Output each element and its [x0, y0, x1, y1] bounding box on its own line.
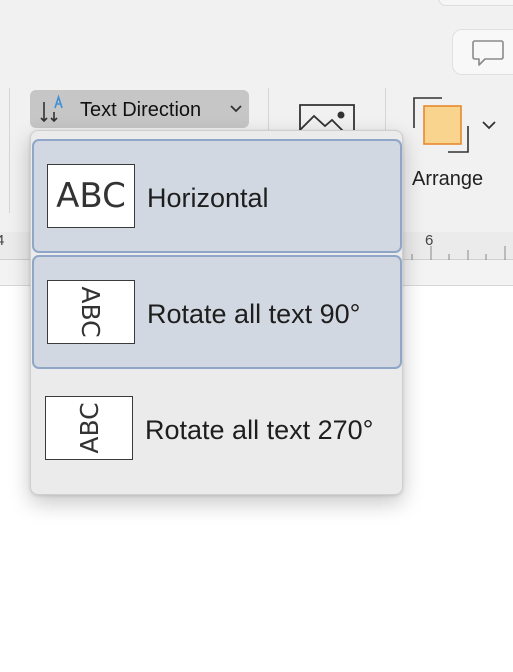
rotate-90-thumbnail: ABC [47, 280, 135, 344]
menu-item-rotate-270[interactable]: ABC Rotate all text 270° [32, 371, 402, 485]
toolbar-control[interactable] [438, 0, 513, 6]
arrange-label: Arrange [412, 168, 484, 190]
text-direction-icon [40, 94, 63, 123]
ruler-number: 6 [425, 232, 434, 249]
ribbon-divider [9, 88, 10, 213]
menu-item-rotate-90[interactable]: ABC Rotate all text 90° [32, 255, 402, 369]
horizontal-text-thumbnail: ABC [47, 164, 135, 228]
text-direction-label: Text Direction [80, 99, 202, 121]
menu-item-label: Rotate all text 270° [145, 415, 374, 445]
chevron-down-icon [230, 105, 242, 113]
menu-item-horizontal[interactable]: ABC Horizontal [32, 139, 402, 253]
menu-item-label: Horizontal [147, 183, 269, 213]
chevron-down-icon[interactable] [482, 121, 496, 130]
thumbnail-text: ABC [76, 286, 106, 338]
rotate-270-thumbnail: ABC [45, 396, 133, 460]
thumbnail-text: ABC [74, 402, 104, 454]
text-direction-button[interactable]: Text Direction [30, 90, 249, 128]
text-direction-menu: ABC Horizontal ABC Rotate all text 90° A… [30, 130, 403, 495]
ruler-number: 4 [0, 232, 5, 249]
menu-item-label: Rotate all text 90° [147, 299, 361, 329]
comment-button[interactable] [452, 29, 513, 75]
arrange-icon[interactable] [412, 96, 474, 158]
thumbnail-text: ABC [56, 176, 126, 216]
comment-icon [472, 40, 504, 66]
